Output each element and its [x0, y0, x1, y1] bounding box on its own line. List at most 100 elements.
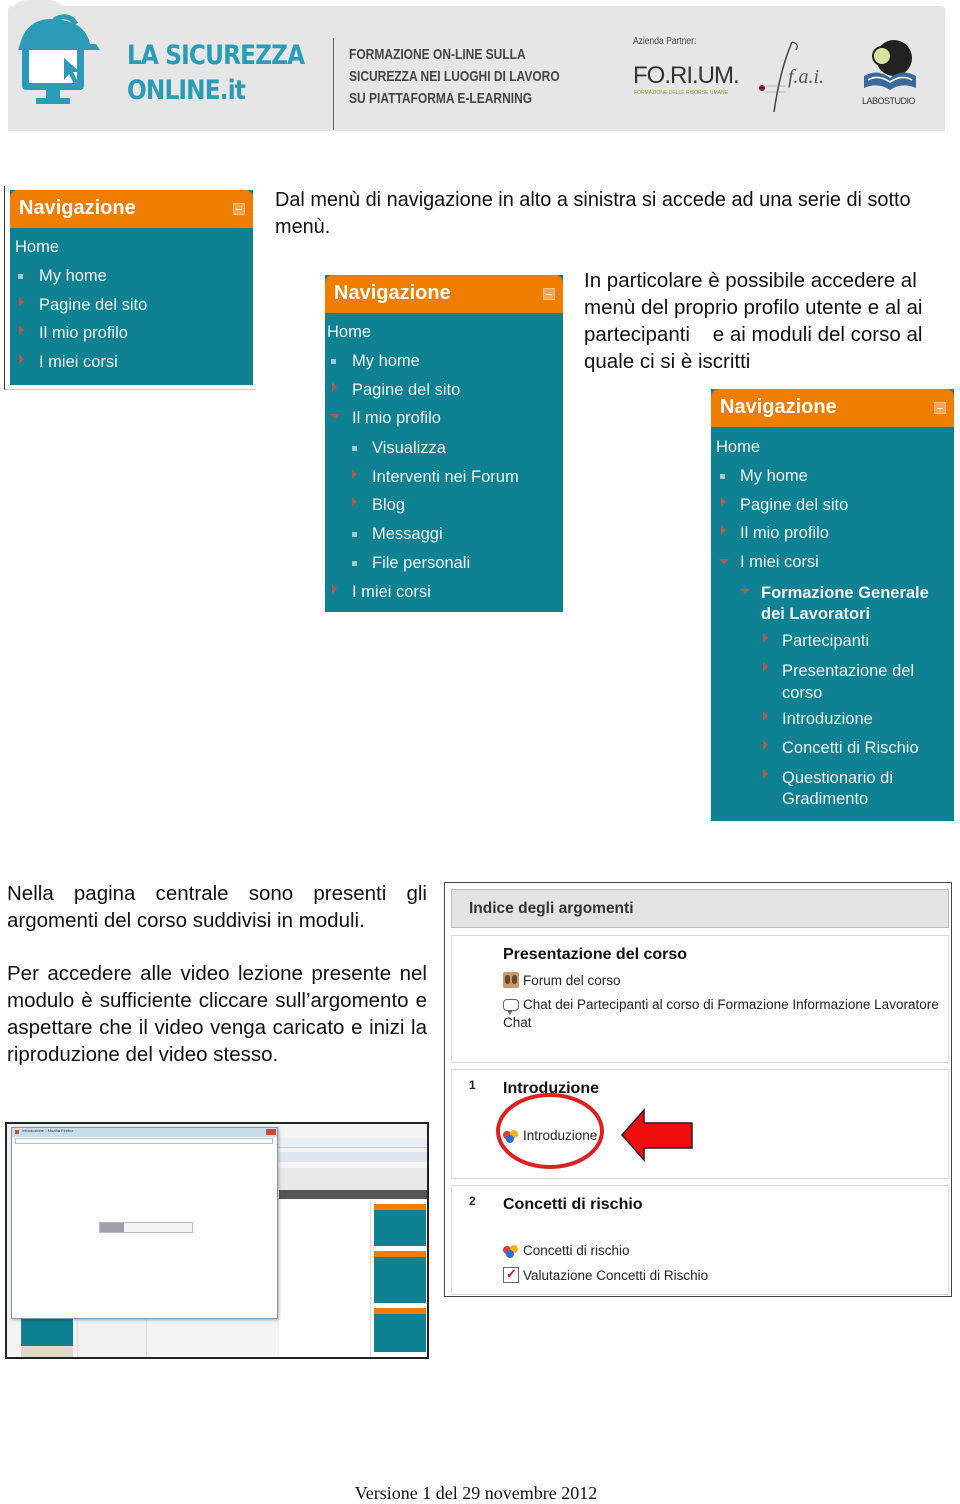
red-arrow-left-icon — [621, 1108, 693, 1162]
footer-version: Versione 1 del 29 novembre 2012 — [0, 1483, 960, 1504]
bullet-square-icon — [18, 274, 23, 279]
tagline-line: SU PIATTAFORMA E-LEARNING — [349, 90, 533, 107]
highlight-circle-annotation — [496, 1093, 604, 1169]
collapse-icon[interactable] — [934, 402, 946, 414]
expand-arrow-icon[interactable] — [763, 740, 768, 750]
nav-item-i-miei-corsi[interactable]: I miei corsi — [740, 553, 819, 572]
nav-item-home[interactable]: Home — [15, 238, 59, 257]
expand-arrow-icon[interactable] — [332, 584, 337, 594]
forum-icon — [503, 972, 519, 988]
browser-screenshot: Introduzione - Mozilla Firefox — [5, 1122, 429, 1359]
nav-item-course-formazione-generale[interactable]: Formazione Generale dei Lavoratori — [761, 583, 951, 625]
nav-item-visualizza[interactable]: Visualizza — [372, 439, 446, 458]
navigation-header: Navigazione — [10, 190, 253, 228]
profile-paragraph: In particolare è possibile accedere al m… — [584, 269, 929, 373]
nav-item-my-home[interactable]: My home — [39, 267, 107, 286]
nav-item-blog[interactable]: Blog — [372, 496, 405, 515]
activity-label[interactable]: Forum del corso — [523, 973, 621, 988]
topics-index-title: Indice degli argomenti — [469, 900, 634, 917]
collapse-arrow-icon[interactable] — [719, 559, 729, 564]
partner-forium-subtitle: FORMAZIONE DELLE RISORSE UMANE — [634, 90, 728, 96]
nav-item-my-home[interactable]: My home — [352, 352, 420, 371]
popup-title: Introduzione - Mozilla Firefox — [22, 1128, 74, 1133]
nav-item-il-mio-profilo[interactable]: Il mio profilo — [740, 524, 829, 543]
nav-item-presentazione-del-corso[interactable]: Presentazione del corso — [782, 660, 947, 704]
loading-progress-fill — [100, 1223, 124, 1232]
navigation-title: Navigazione — [334, 282, 451, 304]
section-number: 1 — [469, 1078, 476, 1092]
activity-label[interactable]: Concetti di rischio — [523, 1243, 630, 1258]
expand-arrow-icon[interactable] — [721, 525, 726, 535]
partner-label: Azienda Partner: — [633, 36, 697, 47]
nav-item-partecipanti[interactable]: Partecipanti — [782, 632, 869, 651]
banner-divider — [333, 38, 334, 130]
nav-item-pagine-del-sito[interactable]: Pagine del sito — [352, 381, 460, 400]
background-left-nav — [21, 1314, 73, 1348]
expand-arrow-icon[interactable] — [352, 497, 357, 507]
intro-paragraph: Dal menù di navigazione in alto a sinist… — [275, 188, 911, 238]
activity-link-chat[interactable]: Chat dei Partecipanti al corso di Formaz… — [503, 997, 939, 1015]
expand-arrow-icon[interactable] — [721, 497, 726, 507]
collapse-arrow-icon[interactable] — [330, 414, 340, 419]
version-text: Versione 1 del 29 novembre 2012 — [354, 1483, 598, 1503]
collapse-arrow-icon[interactable] — [740, 589, 750, 594]
nav-item-questionario-di-gradimento[interactable]: Questionario di Gradimento — [782, 768, 947, 810]
activity-link-forum[interactable]: Forum del corso — [503, 972, 621, 988]
background-tabs — [279, 1152, 427, 1162]
expand-arrow-icon[interactable] — [19, 354, 24, 364]
collapse-icon[interactable] — [543, 288, 555, 300]
topics-index-panel: Indice degli argomenti Presentazione del… — [444, 882, 952, 1297]
tagline-line: SICUREZZA NEI LUOGHI DI LAVORO — [349, 68, 560, 85]
logo-helmet-monitor-icon — [18, 14, 100, 104]
nav-item-pagine-del-sito[interactable]: Pagine del sito — [740, 496, 848, 515]
partner-logo-forium: FO.RI.UM. — [633, 62, 740, 89]
nav-item-my-home[interactable]: My home — [740, 467, 808, 486]
nav-item-home[interactable]: Home — [327, 323, 371, 342]
video-paragraph: Per accedere alle video lezione presente… — [7, 962, 427, 1066]
nav-item-i-miei-corsi[interactable]: I miei corsi — [39, 353, 118, 372]
loading-progress-bar — [99, 1222, 193, 1233]
section-title: Presentazione del corso — [503, 946, 688, 963]
section-number: 2 — [469, 1194, 476, 1208]
nav-item-i-miei-corsi[interactable]: I miei corsi — [352, 583, 431, 602]
expand-arrow-icon[interactable] — [763, 633, 768, 643]
navigation-title: Navigazione — [19, 197, 136, 219]
quiz-icon — [503, 1266, 519, 1283]
partner-labostudio-text: LABOSTUDIO — [862, 96, 916, 106]
nav-item-messaggi[interactable]: Messaggi — [372, 525, 443, 544]
central-page-paragraph: Nella pagina centrale sono presenti gli … — [7, 882, 427, 932]
bullet-square-icon — [352, 561, 357, 566]
popup-titlebar: Introduzione - Mozilla Firefox — [12, 1128, 277, 1137]
expand-arrow-icon[interactable] — [352, 469, 357, 479]
section-title: Concetti di rischio — [503, 1196, 643, 1213]
partner-logo-labostudio-icon — [864, 40, 916, 90]
nav-item-concetti-di-rischio[interactable]: Concetti di Rischio — [782, 739, 919, 758]
activity-label[interactable]: Valutazione Concetti di Rischio — [523, 1268, 708, 1283]
activity-label[interactable]: Chat dei Partecipanti al corso di Formaz… — [523, 997, 939, 1012]
background-navbar — [279, 1190, 427, 1199]
nav-item-introduzione[interactable]: Introduzione — [782, 710, 873, 729]
nav-item-pagine-del-sito[interactable]: Pagine del sito — [39, 296, 147, 315]
close-icon[interactable] — [266, 1129, 276, 1135]
popup-address-bar[interactable] — [15, 1138, 273, 1144]
tagline-line: FORMAZIONE ON-LINE SULLA — [349, 46, 526, 63]
navigation-header: Navigazione — [711, 389, 954, 427]
activity-link-valutazione[interactable]: Valutazione Concetti di Rischio — [503, 1266, 708, 1283]
activity-link-concetti-di-rischio[interactable]: Concetti di rischio — [503, 1242, 630, 1258]
firefox-icon — [15, 1130, 19, 1134]
nav-item-interventi-nei-forum[interactable]: Interventi nei Forum — [372, 468, 519, 487]
nav-item-il-mio-profilo[interactable]: Il mio profilo — [39, 324, 128, 343]
collapse-icon[interactable] — [233, 203, 245, 215]
navigation-header: Navigazione — [325, 275, 563, 313]
topics-index-header: Indice degli argomenti — [451, 889, 949, 928]
expand-arrow-icon[interactable] — [19, 325, 24, 335]
expand-arrow-icon[interactable] — [763, 769, 768, 779]
expand-arrow-icon[interactable] — [19, 297, 24, 307]
nav-item-file-personali[interactable]: File personali — [372, 554, 470, 573]
expand-arrow-icon[interactable] — [763, 662, 768, 672]
nav-item-home[interactable]: Home — [716, 438, 760, 457]
expand-arrow-icon[interactable] — [332, 382, 337, 392]
expand-arrow-icon[interactable] — [763, 711, 768, 721]
background-left-panel — [21, 1346, 73, 1357]
nav-item-il-mio-profilo[interactable]: Il mio profilo — [352, 409, 441, 428]
